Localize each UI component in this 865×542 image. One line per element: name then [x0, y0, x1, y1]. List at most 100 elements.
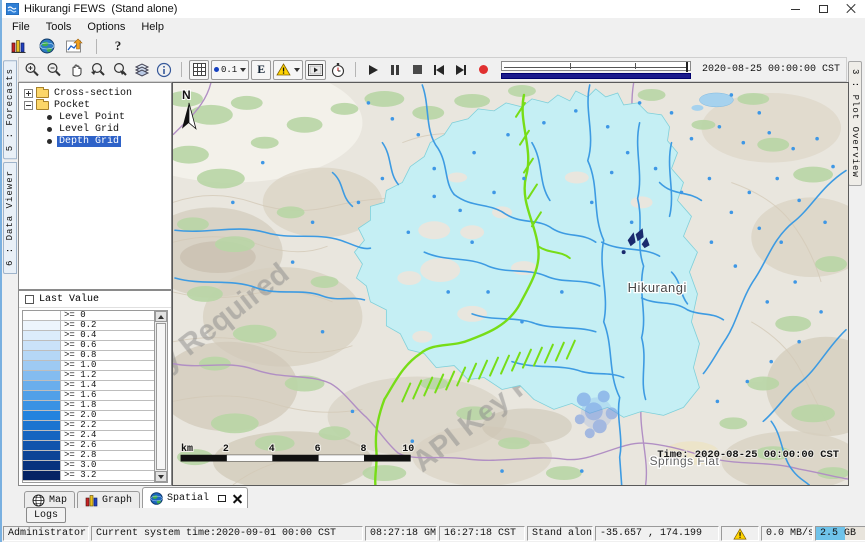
- stop-button[interactable]: [407, 60, 427, 80]
- legend-row[interactable]: >= 3.2: [23, 471, 154, 481]
- expand-toggle-icon[interactable]: [24, 89, 33, 98]
- database-display-button[interactable]: [7, 36, 31, 56]
- map-time-label: Time: 2020-08-25 00:00:00 CST: [657, 449, 839, 461]
- legend-panel: Last Value >= 0>= 0.2>= 0.4>= 0.6>= 0.8>…: [18, 290, 172, 486]
- toolbar-separator: [355, 62, 356, 77]
- zoom-in-button[interactable]: [22, 60, 42, 80]
- place-label-hikurangi: Hikurangi: [628, 280, 687, 295]
- menu-help[interactable]: Help: [133, 20, 172, 34]
- close-button[interactable]: [837, 0, 865, 18]
- chevron-down-icon: [240, 68, 246, 72]
- legend-color-swatch: [23, 471, 61, 480]
- legend-color-swatch: [23, 371, 61, 380]
- pause-icon: [391, 65, 399, 75]
- tree-item-pocket[interactable]: Pocket: [19, 99, 171, 111]
- left-tab-0[interactable]: 5 : Forecasts: [3, 60, 17, 159]
- tree-item-depth-grid[interactable]: Depth Grid: [19, 135, 171, 147]
- chart-bars-icon: [11, 39, 27, 54]
- time-slider[interactable]: [501, 61, 691, 79]
- warning-dropdown-button[interactable]: [273, 60, 303, 80]
- last-value-checkbox[interactable]: [25, 295, 34, 304]
- last-step-button[interactable]: [451, 60, 471, 80]
- legend-value-label: >= 0.4: [61, 331, 154, 340]
- minimize-button[interactable]: [781, 0, 809, 18]
- chart-bars-icon: [85, 494, 98, 507]
- tree-item-cross-section[interactable]: Cross-section: [19, 87, 171, 99]
- layers-button[interactable]: [132, 60, 152, 80]
- map-display-button[interactable]: [35, 36, 59, 56]
- tree-item-level-grid[interactable]: Level Grid: [19, 123, 171, 135]
- zoom-next-button[interactable]: [110, 60, 130, 80]
- menu-file[interactable]: File: [4, 20, 38, 34]
- first-step-button[interactable]: [429, 60, 449, 80]
- legend-toggle-button[interactable]: E: [251, 60, 271, 80]
- scrollbar-thumb[interactable]: [156, 323, 166, 470]
- time-slider-track[interactable]: [501, 61, 691, 71]
- current-map-datetime: 2020-08-25 00:00:00 CST: [702, 64, 840, 75]
- logs-button[interactable]: Logs: [26, 507, 66, 523]
- animation-export-button[interactable]: [305, 60, 326, 80]
- legend-value-label: >= 2.2: [61, 421, 154, 430]
- profile-display-button[interactable]: [63, 36, 87, 56]
- close-tab-icon[interactable]: [233, 494, 242, 503]
- legend-color-swatch: [23, 341, 61, 350]
- window-title: Hikurangi FEWS (Stand alone): [24, 3, 177, 15]
- tab-spatial[interactable]: Spatial: [142, 487, 248, 508]
- tab-graph[interactable]: Graph: [77, 491, 140, 508]
- legend-color-swatch: [23, 451, 61, 460]
- tab-label: Map: [49, 495, 67, 506]
- maximize-button[interactable]: [809, 0, 837, 18]
- time-navigator-button[interactable]: [328, 60, 348, 80]
- map-canvas[interactable]: API Key Required API Key Required: [172, 82, 849, 486]
- tree-item-label: Level Point: [57, 112, 127, 123]
- node-bullet-icon: [47, 115, 52, 120]
- toolbar-separator: [181, 62, 182, 77]
- globe-blue-icon: [150, 492, 163, 505]
- time-slider-thumb[interactable]: [686, 62, 688, 72]
- status-segment-2: 08:27:18 GMT: [365, 526, 437, 541]
- grid-toggle-button[interactable]: [189, 60, 209, 80]
- scroll-down-button[interactable]: [155, 471, 167, 482]
- right-tab-0[interactable]: 3 : Plot Overview: [848, 61, 862, 186]
- stop-icon: [413, 65, 422, 74]
- record-button[interactable]: [473, 60, 493, 80]
- left-tab-1[interactable]: 6 : Data Viewer: [3, 162, 17, 274]
- svg-text:km: km: [181, 443, 193, 454]
- zoom-previous-button[interactable]: [88, 60, 108, 80]
- svg-text:N: N: [182, 88, 191, 102]
- status-memory-segment: 2.5 GB: [815, 526, 865, 541]
- scroll-up-button[interactable]: [155, 311, 167, 322]
- tree-item-level-point[interactable]: Level Point: [19, 111, 171, 123]
- zoom-out-button[interactable]: [44, 60, 64, 80]
- collapse-toggle-icon[interactable]: [24, 101, 33, 110]
- menu-tools[interactable]: Tools: [38, 20, 80, 34]
- legend-scrollbar[interactable]: [154, 311, 167, 482]
- help-icon: ?: [115, 38, 122, 54]
- status-bar: AdministratorCurrent system time:2020-09…: [2, 525, 865, 542]
- status-segment-5: -35.657 , 174.199: [595, 526, 719, 541]
- legend-color-swatch: [23, 351, 61, 360]
- info-button[interactable]: [154, 60, 174, 80]
- right-tab-strip: 3 : Plot Overview: [847, 57, 865, 486]
- status-segment-4: Stand alone: [527, 526, 593, 541]
- pan-hand-button[interactable]: [66, 60, 86, 80]
- legend-value-label: >= 2.0: [61, 411, 154, 420]
- chevron-down-icon: [294, 68, 300, 72]
- legend-value-label: >= 1.6: [61, 391, 154, 400]
- status-segment-0: Administrator: [3, 526, 89, 541]
- node-bullet-icon: [47, 127, 52, 132]
- tab-map[interactable]: Map: [24, 491, 75, 508]
- legend-color-swatch: [23, 411, 61, 420]
- svg-text:6: 6: [315, 443, 321, 454]
- svg-text:2: 2: [223, 443, 229, 454]
- legend-value-label: >= 1.4: [61, 381, 154, 390]
- undock-tab-icon[interactable]: [218, 495, 226, 502]
- menu-options[interactable]: Options: [79, 20, 133, 34]
- help-button[interactable]: ?: [106, 36, 130, 56]
- legend-value-label: >= 2.6: [61, 441, 154, 450]
- legend-value-label: >= 3.2: [61, 471, 154, 480]
- play-button[interactable]: [363, 60, 383, 80]
- precision-dropdown-button[interactable]: 0.1: [211, 60, 249, 80]
- tree-item-label: Pocket: [52, 100, 92, 111]
- pause-button[interactable]: [385, 60, 405, 80]
